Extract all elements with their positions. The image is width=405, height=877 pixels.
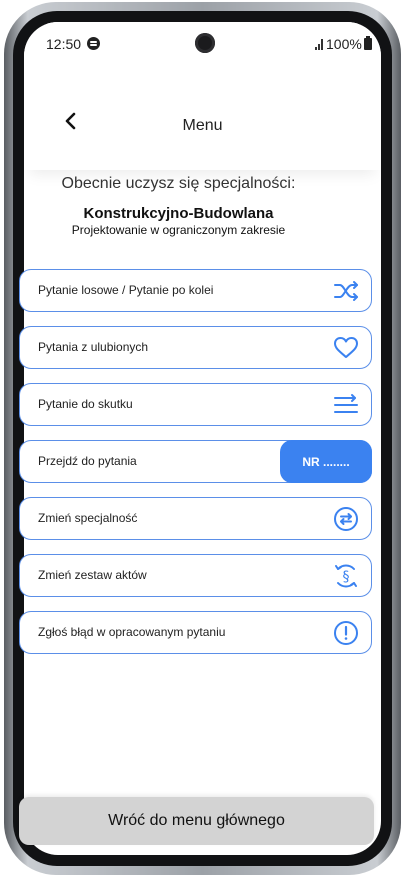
stage: 12:50 100% Menu Obecnie uczysz się specj… [0, 0, 405, 877]
paragraph-refresh-icon: § [335, 564, 357, 588]
page-title: Menu [182, 117, 223, 134]
spotify-icon [87, 37, 100, 50]
phone-frame: 12:50 100% Menu [4, 2, 401, 875]
specialty-scope: Projektowanie w ograniczonym zakresie [71, 223, 286, 237]
phone-bezel: 12:50 100% Menu [13, 11, 392, 866]
menu-item-label: Pytania z ulubionych [38, 340, 149, 354]
favorites-button[interactable]: Pytania z ulubionych [19, 326, 372, 369]
back-to-main-menu-label: Wróć do menu głównego [108, 812, 285, 829]
random-question-button[interactable]: Pytanie losowe / Pytanie po kolei [19, 269, 372, 312]
front-camera [195, 33, 215, 53]
svg-text:§: § [343, 569, 350, 585]
heart-icon [334, 337, 358, 358]
battery-percentage: 100% [326, 36, 362, 52]
go-to-question-button[interactable]: Przejdź do pytania NR ........ [19, 440, 372, 483]
alert-circle-icon [334, 621, 358, 645]
menu-item-label: Zmień specjalność [38, 511, 138, 525]
phone-screen: 12:50 100% Menu [24, 22, 381, 855]
until-success-button[interactable]: Pytanie do skutku [19, 383, 372, 426]
app-header: Menu [24, 66, 381, 170]
question-number-input[interactable]: NR ........ [280, 440, 372, 483]
list-arrow-icon [334, 394, 358, 413]
menu-item-label: Zgłoś błąd w opracowanym pytaniu [38, 625, 226, 639]
battery-icon [364, 36, 372, 50]
signal-icon [315, 39, 325, 50]
change-specialty-button[interactable]: Zmień specjalność [19, 497, 372, 540]
menu-item-label: Pytanie losowe / Pytanie po kolei [38, 283, 214, 297]
back-to-main-menu-button[interactable]: Wróć do menu głównego [19, 797, 374, 845]
swap-circle-icon [334, 507, 358, 531]
status-bar: 12:50 100% [24, 22, 381, 66]
menu-item-label: Przejdź do pytania [38, 454, 137, 468]
current-specialty-intro: Obecnie uczysz się specjalności: [61, 175, 296, 192]
menu-item-label: Pytanie do skutku [38, 397, 133, 411]
shuffle-icon [334, 281, 358, 301]
menu-item-label: Zmień zestaw aktów [38, 568, 147, 582]
change-acts-set-button[interactable]: Zmień zestaw aktów § [19, 554, 372, 597]
status-time: 12:50 [46, 36, 82, 52]
specialty-name: Konstrukcyjno-Budowlana [83, 205, 274, 222]
report-error-button[interactable]: Zgłoś błąd w opracowanym pytaniu [19, 611, 372, 654]
